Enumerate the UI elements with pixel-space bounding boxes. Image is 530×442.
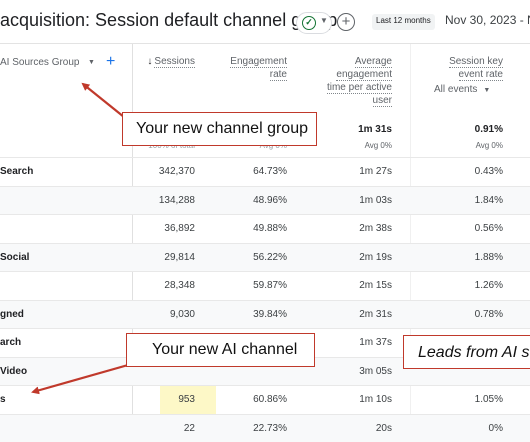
table-row[interactable]: 22 22.73% 20s 0%	[0, 413, 530, 442]
avg-time-value: 3m 05s	[359, 365, 392, 377]
table-row[interactable]: Search 342,370 64.73% 1m 27s 0.43%	[0, 157, 530, 186]
key-rate-total-sub: Avg 0%	[475, 141, 503, 150]
avg-time-header-line2: engagement	[336, 69, 392, 81]
add-dimension-button[interactable]: +	[106, 53, 115, 71]
channel-group-callout: Your new channel group	[122, 112, 317, 146]
channel-label[interactable]: Search	[0, 166, 33, 177]
avg-time-header-line1: Average	[354, 56, 392, 68]
key-rate-header-line1: Session key	[449, 56, 503, 68]
key-event-rate-value: 0.78%	[474, 308, 503, 320]
avg-time-column-header[interactable]: Average engagement time per active user	[326, 55, 392, 107]
engagement-rate-value: 22.73%	[253, 422, 287, 434]
key-event-rate-column-header[interactable]: Session key event rate	[449, 55, 503, 81]
table-row[interactable]: 36,892 49.88% 2m 38s 0.56%	[0, 214, 530, 243]
dimension-caret-icon[interactable]: ▼	[88, 59, 95, 66]
table-row[interactable]: s 953 60.86% 1m 10s 1.05%	[0, 385, 530, 414]
channel-label[interactable]: arch	[0, 337, 21, 348]
sessions-value: 29,814	[164, 251, 195, 263]
key-events-selector-label: All events	[434, 84, 478, 95]
avg-time-value: 1m 03s	[359, 194, 392, 206]
sort-descending-icon[interactable]: ↓	[147, 56, 152, 67]
engagement-rate-value: 64.73%	[253, 166, 287, 177]
key-event-rate-value: 1.05%	[474, 394, 503, 405]
table-row[interactable]: Social 29,814 56.22% 2m 19s 1.88%	[0, 242, 530, 271]
table-row[interactable]: 134,288 48.96% 1m 03s 1.84%	[0, 185, 530, 214]
engagement-rate-value: 56.22%	[253, 251, 287, 263]
sessions-value: 22	[183, 422, 195, 434]
key-event-rate-value: 1.88%	[474, 251, 503, 263]
table-row[interactable]: 28,348 59.87% 2m 15s 1.26%	[0, 271, 530, 300]
sessions-value: 953	[178, 394, 195, 405]
report-status-dropdown[interactable]: ✓ ▼	[296, 12, 332, 34]
avg-time-value: 1m 10s	[359, 394, 392, 405]
engagement-rate-value: 48.96%	[253, 194, 287, 206]
table-row[interactable]: gned 9,030 39.84% 2m 31s 0.78%	[0, 299, 530, 328]
avg-time-value: 2m 31s	[359, 308, 392, 320]
avg-time-value: 2m 38s	[359, 223, 392, 234]
avg-time-header-line4: user	[372, 95, 392, 107]
channel-label[interactable]: gned	[0, 309, 24, 320]
leads-callout: Leads from AI so	[403, 335, 530, 369]
sessions-value: 342,370	[158, 166, 195, 177]
channel-label[interactable]: Social	[0, 252, 29, 263]
sessions-header-label: Sessions	[154, 56, 195, 68]
engagement-rate-value: 59.87%	[253, 280, 287, 291]
add-comparison-button[interactable]: +	[337, 13, 355, 31]
channel-label[interactable]: Video	[0, 366, 27, 377]
key-event-rate-value: 0.56%	[474, 223, 503, 234]
date-period-chip[interactable]: Last 12 months	[372, 14, 435, 30]
report-table: AI Sources Group ▼ + ↓ Sessions Engagemen…	[0, 44, 530, 442]
avg-time-total-sub: Avg 0%	[364, 141, 392, 150]
sessions-column-header[interactable]: ↓ Sessions	[147, 55, 195, 68]
dimension-selector[interactable]: AI Sources Group	[0, 57, 79, 68]
sessions-value: 9,030	[169, 308, 195, 320]
check-circle-icon: ✓	[302, 16, 316, 30]
engagement-rate-value: 39.84%	[253, 308, 287, 320]
sessions-value: 36,892	[164, 223, 195, 234]
avg-time-header-line3: time per active	[326, 82, 392, 94]
key-event-rate-value: 1.26%	[474, 280, 503, 291]
dimension-header: AI Sources Group ▼ +	[0, 44, 132, 156]
engagement-header-line1: Engagement	[230, 56, 287, 68]
key-rate-header-line2: event rate	[458, 69, 503, 81]
date-range-picker[interactable]: Nov 30, 2023 - Nov	[445, 13, 530, 27]
key-rate-total: 0.91%	[474, 124, 503, 135]
key-events-selector[interactable]: All events ▼	[434, 84, 490, 95]
key-event-rate-value: 0.43%	[474, 166, 503, 177]
avg-time-value: 20s	[375, 422, 392, 434]
sessions-value: 134,288	[158, 194, 195, 206]
engagement-rate-column-header[interactable]: Engagement rate	[230, 55, 287, 81]
report-title: acquisition: Session default channel gro…	[0, 10, 338, 30]
key-event-rate-value: 0%	[488, 422, 503, 434]
engagement-rate-value: 60.86%	[253, 394, 287, 405]
caret-down-icon: ▼	[320, 16, 328, 25]
engagement-header-line2: rate	[269, 69, 287, 81]
avg-time-value: 2m 19s	[359, 251, 392, 263]
avg-time-value: 1m 37s	[359, 337, 392, 348]
report-header: acquisition: Session default channel gro…	[0, 0, 530, 44]
channel-label[interactable]: s	[0, 394, 6, 405]
key-event-rate-value: 1.84%	[474, 194, 503, 206]
ai-channel-callout: Your new AI channel	[126, 333, 315, 367]
sessions-value: 28,348	[164, 280, 195, 291]
engagement-rate-value: 49.88%	[253, 223, 287, 234]
avg-time-value: 2m 15s	[359, 280, 392, 291]
avg-time-value: 1m 27s	[359, 166, 392, 177]
caret-down-icon: ▼	[483, 87, 491, 94]
avg-time-total: 1m 31s	[358, 124, 392, 135]
